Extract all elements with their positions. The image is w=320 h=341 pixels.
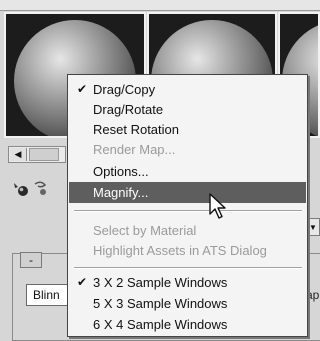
menu-item-label: Reset Rotation — [93, 122, 179, 137]
dropdown-button[interactable]: ▼ — [306, 218, 320, 236]
menu-item-drag-rotate[interactable]: Drag/Rotate — [69, 99, 306, 120]
menu-item-label: Select by Material — [93, 223, 197, 238]
menu-item-label: 6 X 4 Sample Windows — [93, 317, 228, 332]
menu-item-label: 3 X 2 Sample Windows — [93, 275, 228, 290]
menu-item-label: Drag/Rotate — [93, 102, 164, 117]
menu-item-5x3-sample-windows[interactable]: 5 X 3 Sample Windows — [69, 293, 306, 314]
put-to-scene-icon[interactable] — [32, 180, 50, 198]
title-strip — [0, 0, 320, 11]
menu-item-label: Magnify... — [93, 185, 149, 200]
scroll-left-icon[interactable]: ◀ — [10, 148, 27, 161]
checkmark-icon: ✔ — [77, 82, 88, 96]
menu-item-3x2-sample-windows[interactable]: ✔ 3 X 2 Sample Windows — [69, 272, 306, 293]
menu-item-label: 5 X 3 Sample Windows — [93, 296, 228, 311]
get-material-icon[interactable] — [12, 180, 30, 198]
context-menu: ✔ Drag/Copy Drag/Rotate Reset Rotation R… — [67, 74, 308, 337]
menu-item-label: Render Map... — [93, 142, 176, 157]
chevron-down-icon: ▼ — [309, 222, 317, 232]
scroll-thumb[interactable] — [29, 148, 59, 161]
menu-item-drag-copy[interactable]: ✔ Drag/Copy — [69, 79, 306, 100]
mouse-pointer-icon — [209, 193, 226, 219]
menu-item-6x4-sample-windows[interactable]: 6 X 4 Sample Windows — [69, 314, 306, 335]
menu-separator — [74, 210, 302, 212]
menu-item-magnify[interactable]: Magnify... — [69, 182, 306, 203]
rollout-collapse-button[interactable]: - — [20, 252, 42, 268]
arrow-left-glyph: ◀ — [14, 149, 22, 159]
menu-item-label: Drag/Copy — [93, 82, 156, 97]
horizontal-scrollbar[interactable]: ◀ — [8, 146, 66, 163]
menu-item-select-by-material: Select by Material — [69, 220, 306, 241]
menu-item-highlight-assets: Highlight Assets in ATS Dialog — [69, 240, 306, 261]
menu-item-label: Highlight Assets in ATS Dialog — [93, 243, 267, 258]
menu-separator — [74, 267, 302, 269]
panel-label-fragment: ap — [306, 288, 320, 302]
material-editor: ◀ ▼ - Blinn ap ✔ Drag/Copy Drag/Rotate R… — [0, 0, 320, 341]
menu-item-render-map: Render Map... — [69, 139, 306, 160]
checkmark-icon: ✔ — [77, 275, 88, 289]
menu-item-label[interactable]: Options... — [93, 164, 149, 179]
menu-item-reset-rotation[interactable]: Reset Rotation — [69, 119, 306, 140]
menu-item-options[interactable]: Options... — [69, 161, 306, 182]
